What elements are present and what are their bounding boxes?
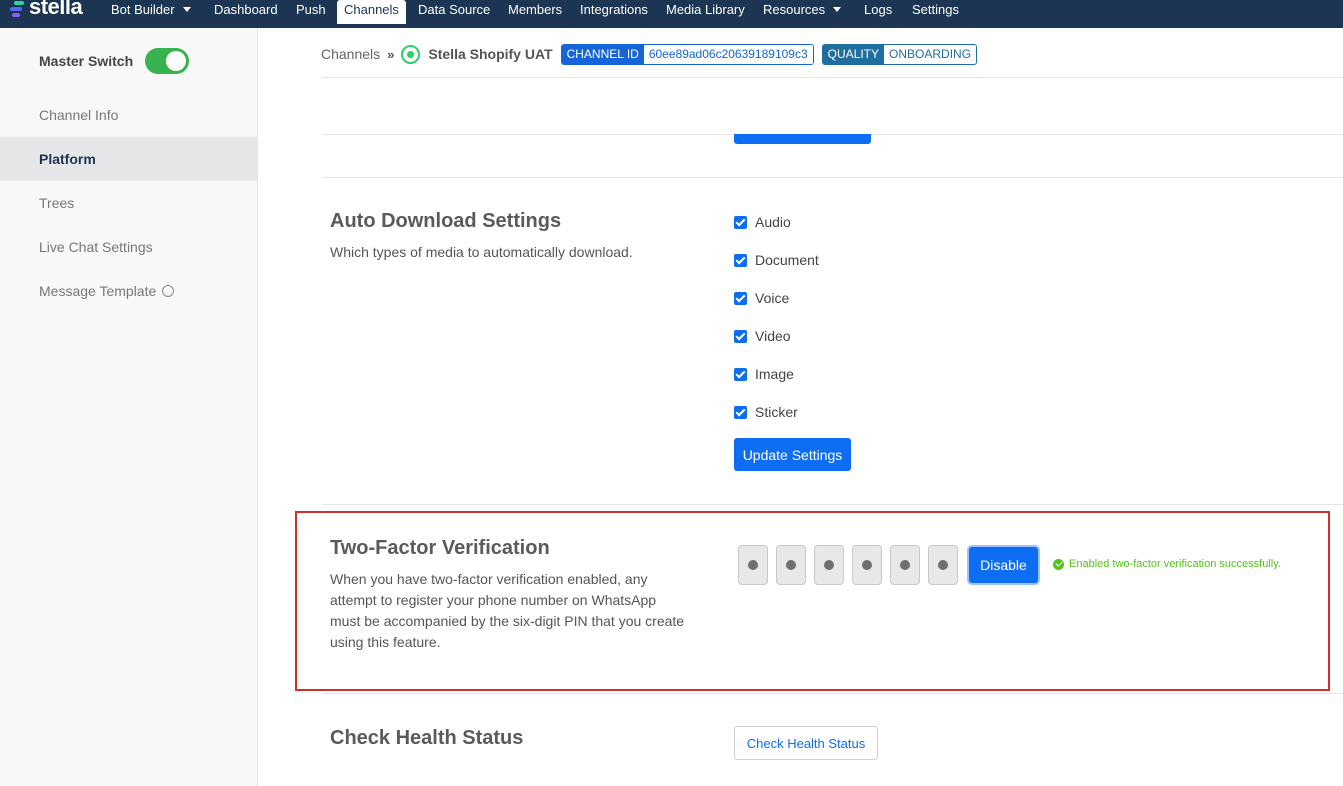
checkbox-label: Video bbox=[755, 328, 791, 344]
master-switch-toggle[interactable] bbox=[145, 48, 189, 74]
sidebar-item-label: Message Template bbox=[39, 283, 157, 299]
checkbox-audio[interactable]: Audio bbox=[734, 212, 791, 232]
auto-download-title: Auto Download Settings bbox=[330, 210, 562, 232]
partially-hidden-button[interactable] bbox=[734, 134, 871, 144]
nav-settings[interactable]: Settings bbox=[912, 0, 959, 28]
auto-download-description: Which types of media to automatically do… bbox=[330, 244, 633, 260]
nav-logs[interactable]: Logs bbox=[864, 0, 892, 28]
divider bbox=[322, 693, 1343, 694]
update-settings-button[interactable]: Update Settings bbox=[734, 438, 851, 471]
quality-label: QUALITY bbox=[822, 44, 885, 64]
quality-badge: QUALITY ONBOARDING bbox=[821, 43, 978, 65]
divider bbox=[322, 177, 1343, 178]
sidebar-item-trees[interactable]: Trees bbox=[0, 181, 257, 225]
nav-label: Resources bbox=[763, 2, 826, 17]
nav-channels[interactable]: Channels bbox=[337, 0, 406, 24]
breadcrumb: Channels » Stella Shopify UAT CHANNEL ID… bbox=[321, 42, 985, 66]
checkbox-label: Sticker bbox=[755, 404, 798, 420]
two-factor-description: When you have two-factor verification en… bbox=[330, 571, 685, 650]
whatsapp-icon bbox=[401, 44, 421, 64]
channel-id-label: CHANNEL ID bbox=[561, 44, 644, 64]
chevron-down-icon bbox=[182, 7, 191, 12]
nav-dashboard[interactable]: Dashboard bbox=[214, 0, 278, 28]
check-health-status-button[interactable]: Check Health Status bbox=[734, 726, 878, 760]
nav-bot-builder[interactable]: Bot Builder bbox=[111, 0, 191, 28]
pin-digit-1[interactable] bbox=[738, 545, 768, 585]
divider bbox=[322, 77, 1343, 78]
nav-media-library[interactable]: Media Library bbox=[666, 0, 745, 28]
pin-digit-2[interactable] bbox=[776, 545, 806, 585]
toggle-knob bbox=[166, 51, 186, 71]
checkbox-sticker[interactable]: Sticker bbox=[734, 402, 798, 422]
sidebar-item-platform[interactable]: Platform bbox=[0, 137, 257, 181]
checkbox-checked-icon[interactable] bbox=[734, 367, 747, 381]
nav-push[interactable]: Push bbox=[296, 0, 326, 28]
channel-name: Stella Shopify UAT bbox=[428, 46, 553, 62]
checkbox-checked-icon[interactable] bbox=[734, 405, 747, 419]
breadcrumb-channels[interactable]: Channels bbox=[321, 46, 380, 62]
checkbox-label: Document bbox=[755, 252, 819, 268]
logo-text: stella bbox=[29, 0, 83, 19]
top-nav-bar: stella Bot Builder Dashboard Push Channe… bbox=[0, 0, 1343, 28]
checkbox-checked-icon[interactable] bbox=[734, 329, 747, 343]
check-circle-icon bbox=[1053, 558, 1064, 570]
checkbox-checked-icon[interactable] bbox=[734, 291, 747, 305]
checkbox-label: Audio bbox=[755, 214, 791, 230]
pin-digit-4[interactable] bbox=[852, 545, 882, 585]
channel-id-value: 60ee89ad06c20639189109c3 bbox=[643, 44, 813, 64]
nav-integrations[interactable]: Integrations bbox=[580, 0, 648, 28]
nav-label: Bot Builder bbox=[111, 2, 175, 17]
two-factor-title: Two-Factor Verification bbox=[330, 537, 550, 559]
checkbox-image[interactable]: Image bbox=[734, 364, 794, 384]
pin-digit-6[interactable] bbox=[928, 545, 958, 585]
nav-data-source[interactable]: Data Source bbox=[418, 0, 490, 28]
divider bbox=[322, 504, 1343, 505]
checkbox-voice[interactable]: Voice bbox=[734, 288, 789, 308]
checkbox-label: Voice bbox=[755, 290, 790, 306]
sidebar-item-channel-info[interactable]: Channel Info bbox=[0, 93, 257, 137]
checkbox-video[interactable]: Video bbox=[734, 326, 791, 346]
checkbox-checked-icon[interactable] bbox=[734, 253, 747, 267]
quality-value: ONBOARDING bbox=[884, 44, 977, 64]
nav-resources[interactable]: Resources bbox=[763, 0, 842, 28]
success-message-text: Enabled two-factor verification successf… bbox=[1069, 558, 1281, 570]
pin-digit-3[interactable] bbox=[814, 545, 844, 585]
double-chevron-right-icon: » bbox=[387, 46, 395, 62]
sidebar: Master Switch Channel Info Platform Tree… bbox=[0, 28, 258, 786]
stella-logo[interactable]: stella bbox=[10, 0, 83, 20]
pin-digit-5[interactable] bbox=[890, 545, 920, 585]
checkbox-checked-icon[interactable] bbox=[734, 215, 747, 229]
whatsapp-icon bbox=[162, 285, 175, 297]
master-switch-label: Master Switch bbox=[39, 53, 134, 69]
health-title: Check Health Status bbox=[330, 727, 524, 749]
checkbox-label: Image bbox=[755, 366, 794, 382]
channel-id-badge: CHANNEL ID 60ee89ad06c20639189109c3 bbox=[560, 43, 814, 65]
disable-button[interactable]: Disable bbox=[969, 547, 1038, 583]
success-message: Enabled two-factor verification successf… bbox=[1053, 558, 1281, 570]
sidebar-item-message-template[interactable]: Message Template bbox=[0, 269, 257, 313]
checkbox-document[interactable]: Document bbox=[734, 250, 819, 270]
sidebar-item-live-chat-settings[interactable]: Live Chat Settings bbox=[0, 225, 257, 269]
stella-logo-icon bbox=[10, 1, 26, 19]
chevron-down-icon bbox=[833, 7, 842, 12]
nav-members[interactable]: Members bbox=[508, 0, 562, 28]
